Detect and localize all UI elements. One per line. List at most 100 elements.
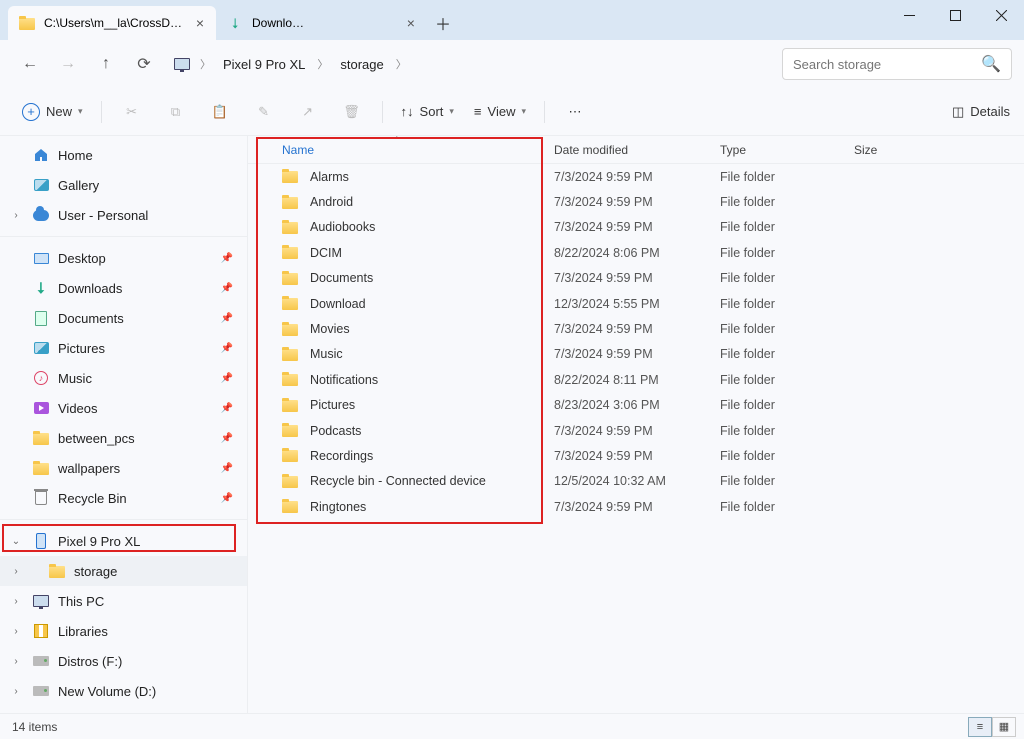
item-count: 14 items	[12, 720, 57, 734]
delete-button[interactable]: 🗑	[332, 95, 372, 129]
sidebar-item-wallpapers[interactable]: wallpapers📌	[0, 453, 247, 483]
sidebar-item-label: New Volume (D:)	[58, 684, 156, 699]
rename-button[interactable]: ✎	[244, 95, 284, 129]
sidebar-item-label: between_pcs	[58, 431, 135, 446]
chevron-right-icon[interactable]: 〉	[198, 56, 213, 72]
chevron-right-icon[interactable]: ›	[8, 210, 24, 221]
chevron-right-icon[interactable]: ›	[8, 596, 24, 607]
chevron-right-icon[interactable]: ›	[8, 656, 24, 667]
search-icon[interactable]: 🔍	[981, 54, 1001, 74]
thumbnail-view-button[interactable]: ▦	[992, 717, 1016, 737]
sidebar-item-label: Libraries	[58, 624, 108, 639]
chevron-right-icon[interactable]: 〉	[394, 56, 409, 72]
refresh-button[interactable]: ⟳	[126, 46, 162, 82]
sidebar-item-pictures[interactable]: Pictures📌	[0, 333, 247, 363]
cloud-icon	[32, 206, 50, 224]
pin-icon: 📌	[221, 253, 233, 264]
new-tab-button[interactable]: ＋	[426, 6, 460, 40]
maximize-button[interactable]	[932, 0, 978, 30]
phone-icon	[32, 532, 50, 550]
file-name: Ringtones	[310, 500, 366, 514]
table-row[interactable]: Music7/3/2024 9:59 PMFile folder	[248, 342, 1024, 367]
more-button[interactable]: ⋯	[555, 95, 595, 129]
share-button[interactable]: ↗	[288, 95, 328, 129]
breadcrumb[interactable]: 〉 Pixel 9 Pro XL 〉 storage 〉	[164, 47, 780, 81]
sidebar-item-user-personal[interactable]: ›User - Personal	[0, 200, 247, 230]
sidebar-item-distros-f-[interactable]: ›Distros (F:)	[0, 646, 247, 676]
view-toggles: ≡ ▦	[968, 717, 1016, 737]
table-row[interactable]: Ringtones7/3/2024 9:59 PMFile folder	[248, 494, 1024, 519]
file-name: Audiobooks	[310, 220, 375, 234]
file-name: Movies	[310, 322, 350, 336]
folder-icon	[282, 472, 300, 490]
table-row[interactable]: Alarms7/3/2024 9:59 PMFile folder	[248, 164, 1024, 189]
sidebar-item-home[interactable]: Home	[0, 140, 247, 170]
table-row[interactable]: Movies7/3/2024 9:59 PMFile folder	[248, 316, 1024, 341]
forward-button[interactable]: →	[50, 46, 86, 82]
view-button[interactable]: ≡ View ▾	[466, 95, 534, 129]
table-row[interactable]: Download12/3/2024 5:55 PMFile folder	[248, 291, 1024, 316]
column-type[interactable]: Type	[710, 143, 844, 157]
chevron-right-icon[interactable]: ›	[8, 626, 24, 637]
tab-active[interactable]: C:\Users\m__la\CrossDevice\Pi ×	[8, 6, 216, 40]
table-row[interactable]: Documents7/3/2024 9:59 PMFile folder	[248, 266, 1024, 291]
file-date: 12/5/2024 10:32 AM	[544, 474, 710, 488]
folder-icon	[282, 396, 300, 414]
close-icon[interactable]: ×	[404, 15, 418, 31]
minimize-button[interactable]	[886, 0, 932, 30]
chevron-right-icon[interactable]: 〉	[315, 56, 330, 72]
close-button[interactable]	[978, 0, 1024, 30]
sort-button[interactable]: ↑↓ Sort ▾	[393, 95, 462, 129]
file-name: Recordings	[310, 449, 373, 463]
sidebar-item-storage[interactable]: ›storage	[0, 556, 247, 586]
chevron-right-icon[interactable]: ›	[8, 686, 24, 697]
search-input[interactable]: 🔍	[782, 48, 1012, 80]
sidebar-item-recycle-bin[interactable]: Recycle Bin📌	[0, 483, 247, 513]
paste-button[interactable]: 📋	[200, 95, 240, 129]
sidebar-item-desktop[interactable]: Desktop📌	[0, 243, 247, 273]
sidebar-item-documents[interactable]: Documents📌	[0, 303, 247, 333]
file-name: DCIM	[310, 246, 342, 260]
copy-button[interactable]: ⧉	[156, 95, 196, 129]
sidebar-item-downloads[interactable]: ⭣Downloads📌	[0, 273, 247, 303]
chevron-down-icon: ▾	[449, 106, 454, 117]
table-row[interactable]: Audiobooks7/3/2024 9:59 PMFile folder	[248, 215, 1024, 240]
sidebar-item-between-pcs[interactable]: between_pcs📌	[0, 423, 247, 453]
chevron-down-icon[interactable]: ⌄	[8, 536, 24, 547]
libraries-icon	[32, 622, 50, 640]
close-icon[interactable]: ×	[192, 15, 208, 31]
crumb-folder[interactable]: storage	[334, 57, 389, 72]
details-view-button[interactable]: ≡	[968, 717, 992, 737]
details-button[interactable]: ◫ Details	[952, 104, 1010, 120]
sidebar-item-label: Pictures	[58, 341, 105, 356]
sidebar: HomeGallery›User - Personal Desktop📌⭣Dow…	[0, 136, 248, 713]
tab-downloads[interactable]: ⭣ Downloads ×	[216, 6, 426, 40]
cut-button[interactable]: ✂	[112, 95, 152, 129]
sidebar-item-videos[interactable]: Videos📌	[0, 393, 247, 423]
sidebar-item-pixel-9-pro-xl[interactable]: ⌄Pixel 9 Pro XL	[0, 526, 247, 556]
folder-icon	[282, 320, 300, 338]
back-button[interactable]: ←	[12, 46, 48, 82]
table-row[interactable]: Podcasts7/3/2024 9:59 PMFile folder	[248, 418, 1024, 443]
column-size[interactable]: Size	[844, 143, 934, 157]
table-row[interactable]: Notifications8/22/2024 8:11 PMFile folde…	[248, 367, 1024, 392]
file-name: Alarms	[310, 170, 349, 184]
table-row[interactable]: Recycle bin - Connected device12/5/2024 …	[248, 469, 1024, 494]
sidebar-item-libraries[interactable]: › Libraries	[0, 616, 247, 646]
table-row[interactable]: Recordings7/3/2024 9:59 PMFile folder	[248, 443, 1024, 468]
sidebar-item-label: Videos	[58, 401, 98, 416]
column-date[interactable]: Date modified	[544, 143, 710, 157]
chevron-right-icon[interactable]: ›	[8, 566, 24, 577]
sidebar-item-gallery[interactable]: Gallery	[0, 170, 247, 200]
table-row[interactable]: DCIM8/22/2024 8:06 PMFile folder	[248, 240, 1024, 265]
table-row[interactable]: Pictures8/23/2024 3:06 PMFile folder	[248, 393, 1024, 418]
address-bar: ← → ↑ ⟳ 〉 Pixel 9 Pro XL 〉 storage 〉 🔍	[0, 40, 1024, 88]
sidebar-item-this-pc[interactable]: ›This PC	[0, 586, 247, 616]
sidebar-item-music[interactable]: ♪Music📌	[0, 363, 247, 393]
up-button[interactable]: ↑	[88, 46, 124, 82]
crumb-device[interactable]: Pixel 9 Pro XL	[217, 57, 311, 72]
sidebar-item-new-volume-d-[interactable]: › New Volume (D:)	[0, 676, 247, 706]
new-button[interactable]: + New ▾	[14, 95, 91, 129]
search-field[interactable]	[793, 57, 975, 72]
table-row[interactable]: Android7/3/2024 9:59 PMFile folder	[248, 189, 1024, 214]
